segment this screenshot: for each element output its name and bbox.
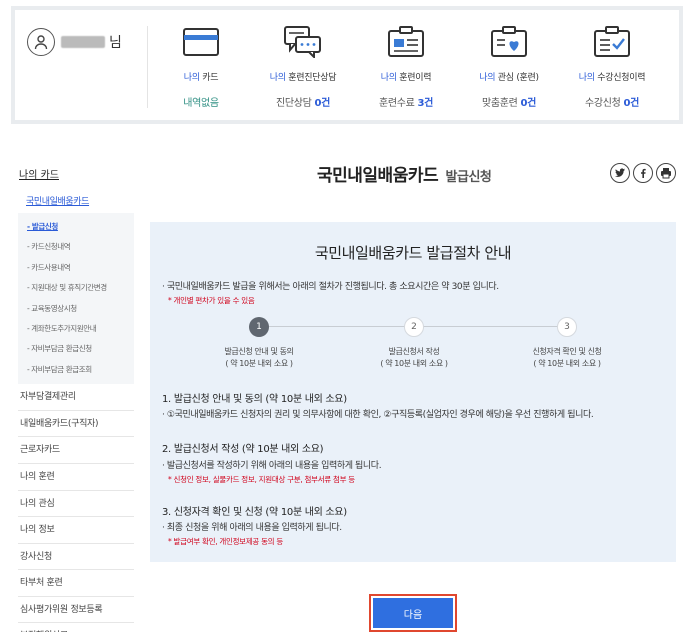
stat-label: 훈련진단상담 [285, 73, 337, 83]
history-icon [356, 22, 456, 62]
stat-prefix: 나의 [183, 73, 200, 83]
stat-label: 관심 (훈련) [495, 73, 539, 83]
stat-prefix: 나의 [269, 73, 286, 83]
step-2-duration: ( 약 10분 내외 소요 ) [380, 359, 448, 368]
sidebar-item-edu-video[interactable]: - 교육동영상시청 [18, 299, 134, 319]
next-button[interactable]: 다음 [373, 598, 453, 628]
stat-label: 카드 [199, 73, 219, 83]
step-1-label: 발급신청 안내 및 동의 ( 약 10분 내외 소요 ) [199, 346, 319, 370]
sidebar-item-naeil-card[interactable]: 국민내일배움카드 [18, 190, 134, 213]
step-3-dot: 3 [557, 317, 577, 337]
sidebar-item-support-change[interactable]: - 지원대상 및 휴직기간변경 [18, 278, 134, 298]
sidebar-item-refund-apply[interactable]: - 자비부담금 환급신청 [18, 339, 134, 359]
sidebar-menu-fraud-report[interactable]: 부정행위신고 [18, 623, 134, 632]
stat-value: 훈련수료 [378, 98, 418, 109]
user-info: 님 [27, 28, 122, 56]
stat-value: 내역없음 [183, 98, 219, 109]
stat-interest-training[interactable]: 나의 관심 (훈련) 맞춤훈련 0건 [459, 22, 559, 109]
heart-folder-icon [459, 22, 559, 62]
section-3-heading: 3. 신청자격 확인 및 신청 (약 10분 내외 소요) [162, 507, 347, 518]
notice-red-text: * 개인별 편차가 있을 수 있음 [168, 296, 255, 305]
sidebar-menu-my-interest[interactable]: 나의 관심 [18, 491, 134, 518]
print-icon[interactable] [656, 163, 676, 183]
stat-value: 맞춤훈련 [481, 98, 521, 109]
stat-prefix: 나의 [479, 73, 496, 83]
sidebar-menu-other-dept-training[interactable]: 타부처 훈련 [18, 570, 134, 597]
step-3-duration: ( 약 10분 내외 소요 ) [533, 359, 601, 368]
chat-icon [253, 22, 353, 62]
step-1-dot: 1 [249, 317, 269, 337]
my-summary-panel: 님 나의 카드 내역없음 나의 훈련진단상담 진단상담 0건 나의 훈련이력 훈… [11, 6, 683, 124]
user-name-suffix: 님 [109, 35, 122, 51]
page-title: 국민내일배움카드 발급신청 [317, 161, 492, 186]
user-name-masked [61, 36, 105, 48]
step-1-title: 발급신청 안내 및 동의 [224, 347, 294, 356]
stat-enrollment-history[interactable]: 나의 수강신청이력 수강신청 0건 [562, 22, 662, 109]
section-3-note: * 발급여부 확인, 개인정보제공 동의 등 [168, 537, 283, 546]
stat-value: 진단상담 [275, 98, 315, 109]
facebook-share-icon[interactable] [633, 163, 653, 183]
stat-label: 수강신청이력 [594, 73, 646, 83]
section-2-note: * 신청인 정보, 실물카드 정보, 지원대상 구분, 첨부서류 첨부 등 [168, 475, 355, 484]
step-2-label: 발급신청서 작성 ( 약 10분 내외 소요 ) [354, 346, 474, 370]
stat-count: 0건 [314, 98, 331, 109]
user-avatar-icon [27, 28, 55, 56]
stat-training-history[interactable]: 나의 훈련이력 훈련수료 3건 [356, 22, 456, 109]
sidebar-item-limit-support[interactable]: - 계좌한도추가지원안내 [18, 319, 134, 339]
sidebar-item-refund-check[interactable]: - 자비부담금 환급조회 [18, 360, 134, 380]
section-1-heading: 1. 발급신청 안내 및 동의 (약 10분 내외 소요) [162, 394, 347, 405]
stat-count: 0건 [520, 98, 537, 109]
sidebar-item-card-apply-history[interactable]: - 카드신청내역 [18, 237, 134, 257]
stat-my-card[interactable]: 나의 카드 내역없음 [151, 22, 251, 109]
notice-text: · 국민내일배움카드 발급을 위해서는 아래의 절차가 진행됩니다. 총 소요시… [162, 282, 499, 292]
sidebar-item-card-usage[interactable]: - 카드사용내역 [18, 258, 134, 278]
section-2-body: · 발급신청서를 작성하기 위해 아래의 내용을 입력하게 됩니다. [162, 461, 382, 471]
next-button-frame: 다음 [369, 594, 457, 632]
section-1-body: · ①국민내일배움카드 신청자의 권리 및 의무사항에 대한 확인, ②구직등록… [162, 410, 594, 420]
page-title-main: 국민내일배움카드 [317, 166, 439, 186]
stat-count: 0건 [623, 98, 640, 109]
step-1-duration: ( 약 10분 내외 소요 ) [225, 359, 293, 368]
checklist-icon [562, 22, 662, 62]
panel-title: 국민내일배움카드 발급절차 안내 [314, 244, 512, 262]
sidebar-menu-job-seeker-card[interactable]: 내일배움카드(구직자) [18, 411, 134, 438]
sidebar-menu-my-info[interactable]: 나의 정보 [18, 517, 134, 544]
stat-value: 수강신청 [584, 98, 624, 109]
stat-training-consult[interactable]: 나의 훈련진단상담 진단상담 0건 [253, 22, 353, 109]
sidebar-menu-my-training[interactable]: 나의 훈련 [18, 464, 134, 491]
sidebar-submenu: - 발급신청 - 카드신청내역 - 카드사용내역 - 지원대상 및 휴직기간변경… [18, 213, 134, 385]
sidebar-menu-worker-card[interactable]: 근로자카드 [18, 437, 134, 464]
stat-prefix: 나의 [578, 73, 595, 83]
sidebar-item-issue-apply[interactable]: - 발급신청 [18, 217, 134, 237]
sidebar-menu-instructor-apply[interactable]: 강사신청 [18, 544, 134, 571]
sidebar-nav: 나의 카드 국민내일배움카드 - 발급신청 - 카드신청내역 - 카드사용내역 … [18, 160, 134, 632]
sidebar-title[interactable]: 나의 카드 [18, 160, 134, 190]
step-3-title: 신청자격 확인 및 신청 [532, 347, 602, 356]
page-subtitle: 발급신청 [445, 170, 492, 185]
stat-count: 3건 [417, 98, 434, 109]
sidebar-menu-reviewer-register[interactable]: 심사평가위원 정보등록 [18, 597, 134, 624]
step-3-label: 신청자격 확인 및 신청 ( 약 10분 내외 소요 ) [507, 346, 627, 370]
sidebar-menu-self-payment[interactable]: 자부담결제관리 [18, 384, 134, 411]
summary-divider [147, 26, 148, 108]
section-2-heading: 2. 발급신청서 작성 (약 10분 내외 소요) [162, 444, 324, 455]
stat-label: 훈련이력 [396, 73, 432, 83]
twitter-share-icon[interactable] [610, 163, 630, 183]
section-3-body: · 최종 신청을 위해 아래의 내용을 입력하게 됩니다. [162, 523, 342, 533]
stat-prefix: 나의 [380, 73, 397, 83]
step-2-title: 발급신청서 작성 [388, 347, 440, 356]
step-2-dot: 2 [404, 317, 424, 337]
card-icon [151, 22, 251, 62]
issue-procedure-panel: 국민내일배움카드 발급절차 안내 · 국민내일배움카드 발급을 위해서는 아래의… [150, 222, 676, 562]
